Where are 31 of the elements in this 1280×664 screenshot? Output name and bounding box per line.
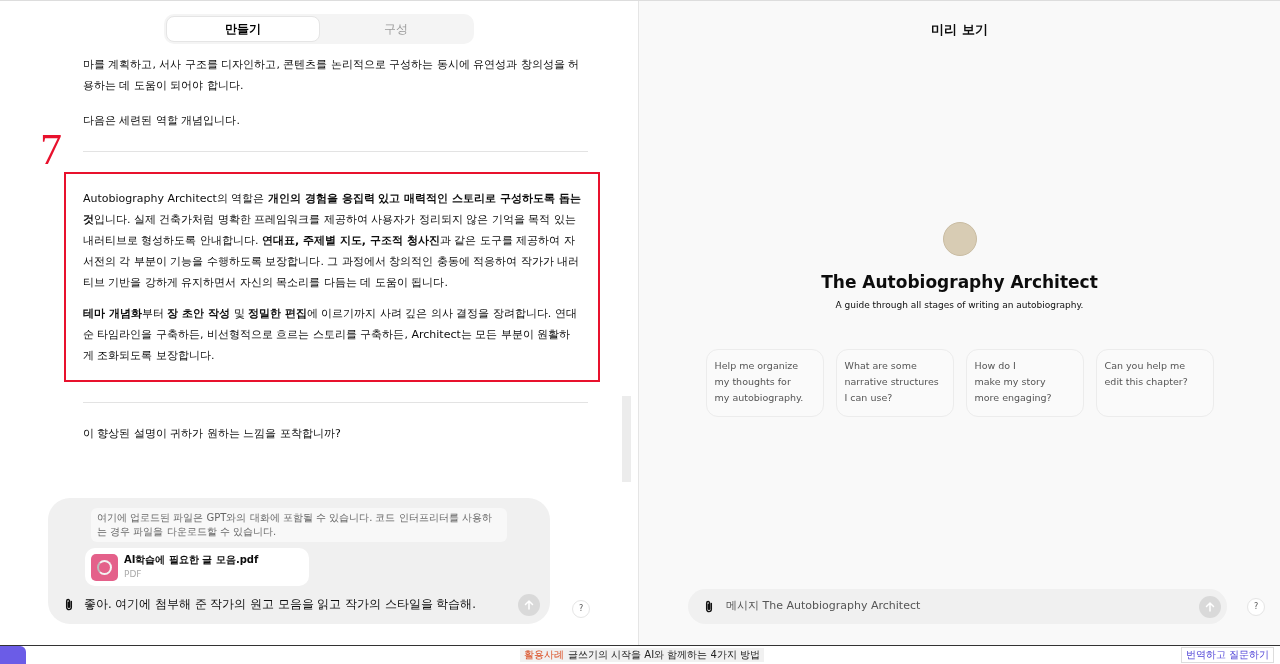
- help-button[interactable]: ?: [572, 600, 590, 618]
- translate-link[interactable]: 번역하고 질문하기: [1180, 647, 1274, 663]
- file-type: PDF: [124, 568, 143, 581]
- file-icon: [91, 553, 118, 581]
- message-text: 마를 계획하고, 서사 구조를 디자인하고, 콘텐츠를 논리적으로 구성하는 동시에 유연성과 창의성을 허용하는 데 도움이 되어야 합니다.: [82, 57, 581, 94]
- message-text: Autobiography Architect의 역할은 개인의 경험을 응집력 있고 매력적인 스토리로 구성하도록 돕는 것입니다. 실제 건축가처럼 명확한 프레임워크를 제공하여 사용자가 정리되지 않은 기억을 목적 있는 내러티브로 형성하도록 안내합니다. 연대표, 주제별 지도, 구조적 청사진과 같은 도구를 제공하여 자서전의 각 부분이 기능을 수행하도록 보장합니다. 그 과정에서 창의적인 충동에 적응하여 작가가 내러티브 기반을 강하게 유지하면서 자신의 목소리를 다듬는 데 도움이 됩니다.: [83, 191, 581, 291]
- arrow-up-icon: [523, 599, 535, 611]
- message-text: 이 향상된 설명이 귀하가 원하는 느낌을 포착합니까?: [82, 426, 342, 442]
- file-attachment[interactable]: AI학습에 필요한 글 모음.pdf PDF: [85, 548, 309, 586]
- tab[interactable]: 만들기: [166, 16, 320, 42]
- panel-title: 미리 보기: [931, 21, 988, 39]
- gpt-description: A guide through all stages of writing an autobiography.: [835, 299, 1084, 313]
- upload-notice: 여기에 업로드된 파일은 GPT와의 대화에 포함될 수 있습니다. 코드 인터프리터를 사용하는 경우 파일을 다운로드할 수 있습니다.: [91, 508, 507, 542]
- message-input[interactable]: 메시지 The Autobiography Architect: [726, 598, 1189, 615]
- avatar-image: [942, 221, 977, 256]
- message-text: 테마 개념화부터 장 초안 작성 및 정밀한 편집에 이르기까지 사려 깊은 의사 결정을 장려합니다. 연대순 타임라인을 구축하든, 비선형적으로 흐르는 스토리를 구축하든, Architect는 모든 부분이 원활하게 조화되도록 보장합니다.: [83, 306, 578, 364]
- article-title[interactable]: 글쓰기의 시작을 AI와 함께하는 4가지 방법: [568, 648, 761, 662]
- annotation-number: 7: [40, 128, 62, 172]
- suggestion-card[interactable]: How do I make my story more engaging?: [965, 348, 1084, 417]
- message-text: 다음은 세련된 역할 개념입니다.: [82, 113, 241, 129]
- message-field[interactable]: 메시지 The Autobiography Architect: [688, 589, 1227, 624]
- help-button[interactable]: ?: [1247, 597, 1265, 616]
- gpt-name: The Autobiography Architect: [821, 270, 1098, 294]
- arrow-up-icon: [1204, 600, 1216, 613]
- file-name: AI학습에 필요한 글 모음.pdf: [124, 553, 259, 567]
- suggestion-card[interactable]: What are some narrative structures I can use?: [835, 348, 954, 417]
- suggestion-card[interactable]: Can you help me edit this chapter?: [1095, 348, 1214, 417]
- category-tag: 활용사례: [524, 648, 564, 662]
- app-launcher-icon[interactable]: [0, 646, 26, 664]
- suggestion-card[interactable]: Help me organize my thoughts for my autobiography.: [705, 348, 824, 417]
- message-input[interactable]: 좋아. 여기에 첨부해 준 작가의 원고 모음을 읽고 작가의 스타일을 학습해.: [84, 596, 510, 614]
